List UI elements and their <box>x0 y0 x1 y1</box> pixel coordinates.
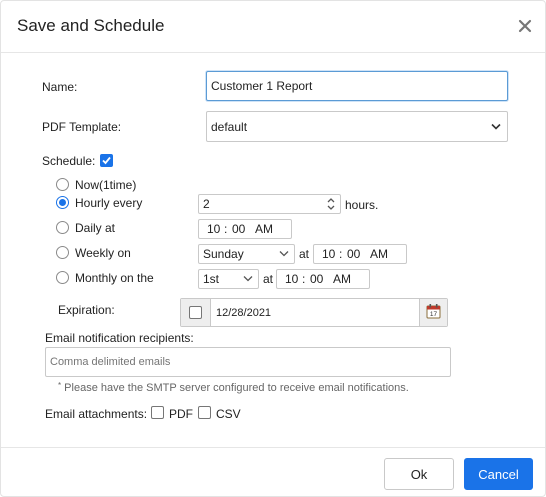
spinner-arrows-icon[interactable] <box>327 197 335 211</box>
monthly-time-input[interactable]: 10 : 00 AM <box>276 269 370 289</box>
daily-minute[interactable]: 00 <box>232 222 245 236</box>
daily-hour[interactable]: 10 <box>207 222 220 236</box>
expiration-label: Expiration: <box>58 303 115 317</box>
radio-weekly[interactable] <box>56 246 69 259</box>
chevron-down-icon <box>243 276 253 282</box>
radio-hourly[interactable] <box>56 196 69 209</box>
smtp-note: * Please have the SMTP server configured… <box>58 381 409 394</box>
pdf-template-select[interactable]: default <box>206 111 508 142</box>
weekly-day-value: Sunday <box>203 247 244 261</box>
weekly-day-select[interactable]: Sunday <box>198 244 295 264</box>
monthly-sep: : <box>302 272 306 286</box>
monthly-minute[interactable]: 00 <box>310 272 323 286</box>
dialog-header: Save and Schedule <box>1 1 545 53</box>
radio-daily-label: Daily at <box>75 221 116 235</box>
weekly-time-input[interactable]: 10 : 00 AM <box>313 244 407 264</box>
weekly-hour[interactable]: 10 <box>322 247 335 261</box>
csv-attachment-checkbox[interactable] <box>198 406 211 419</box>
expiration-date-value[interactable]: 12/28/2021 <box>216 307 271 319</box>
ok-button[interactable]: Ok <box>384 458 454 490</box>
dialog-title: Save and Schedule <box>17 16 165 35</box>
expiration-checkbox[interactable] <box>189 306 202 319</box>
monthly-day-value: 1st <box>203 272 220 286</box>
pdf-attachment-checkbox[interactable] <box>151 406 164 419</box>
daily-time-input[interactable]: 10 : 00 AM <box>198 219 292 239</box>
radio-daily[interactable] <box>56 221 69 234</box>
monthly-at-label: at <box>263 272 274 286</box>
pdf-template-label: PDF Template: <box>42 120 122 134</box>
close-icon[interactable] <box>517 18 533 34</box>
check-icon <box>102 156 111 165</box>
email-recipients-label: Email notification recipients: <box>45 331 194 345</box>
weekly-at-label: at <box>299 247 310 261</box>
schedule-label: Schedule: <box>42 154 96 168</box>
daily-sep: : <box>224 222 228 236</box>
monthly-hour[interactable]: 10 <box>285 272 298 286</box>
smtp-note-text: Please have the SMTP server configured t… <box>61 382 409 394</box>
radio-monthly[interactable] <box>56 271 69 284</box>
smtp-note-marker: * <box>58 381 62 390</box>
hourly-value: 2 <box>203 197 210 211</box>
radio-hourly-label: Hourly every <box>75 196 143 210</box>
radio-monthly-label: Monthly on the <box>75 271 154 285</box>
hours-suffix: hours. <box>345 198 379 212</box>
radio-now[interactable] <box>56 178 69 191</box>
weekly-sep: : <box>339 247 343 261</box>
email-recipients-input[interactable] <box>45 347 451 377</box>
expiration-group: 12/28/2021 17 <box>180 298 448 327</box>
expiration-toggle-addon <box>181 299 211 326</box>
csv-attachment-label: CSV <box>216 407 241 421</box>
radio-now-label: Now(1time) <box>75 178 137 192</box>
save-schedule-dialog: Save and Schedule Name: PDF Template: de… <box>0 0 546 497</box>
daily-ampm[interactable]: AM <box>255 222 273 236</box>
monthly-day-select[interactable]: 1st <box>198 269 259 289</box>
name-label: Name: <box>42 80 78 94</box>
cancel-button[interactable]: Cancel <box>464 458 533 490</box>
weekly-ampm[interactable]: AM <box>370 247 388 261</box>
monthly-ampm[interactable]: AM <box>333 272 351 286</box>
weekly-minute[interactable]: 00 <box>347 247 360 261</box>
schedule-checkbox[interactable] <box>100 154 113 167</box>
footer-divider <box>1 447 545 448</box>
radio-weekly-label: Weekly on <box>75 246 131 260</box>
name-input[interactable] <box>206 71 508 101</box>
chevron-down-icon <box>279 251 289 257</box>
calendar-icon-day: 17 <box>430 311 438 318</box>
calendar-icon: 17 <box>426 304 441 319</box>
calendar-button[interactable]: 17 <box>419 299 447 326</box>
pdf-template-value: default <box>211 119 248 134</box>
hourly-spinner[interactable]: 2 <box>198 194 341 214</box>
chevron-down-icon <box>491 123 501 130</box>
email-attachments-label: Email attachments: <box>45 407 148 421</box>
pdf-attachment-label: PDF <box>169 407 193 421</box>
